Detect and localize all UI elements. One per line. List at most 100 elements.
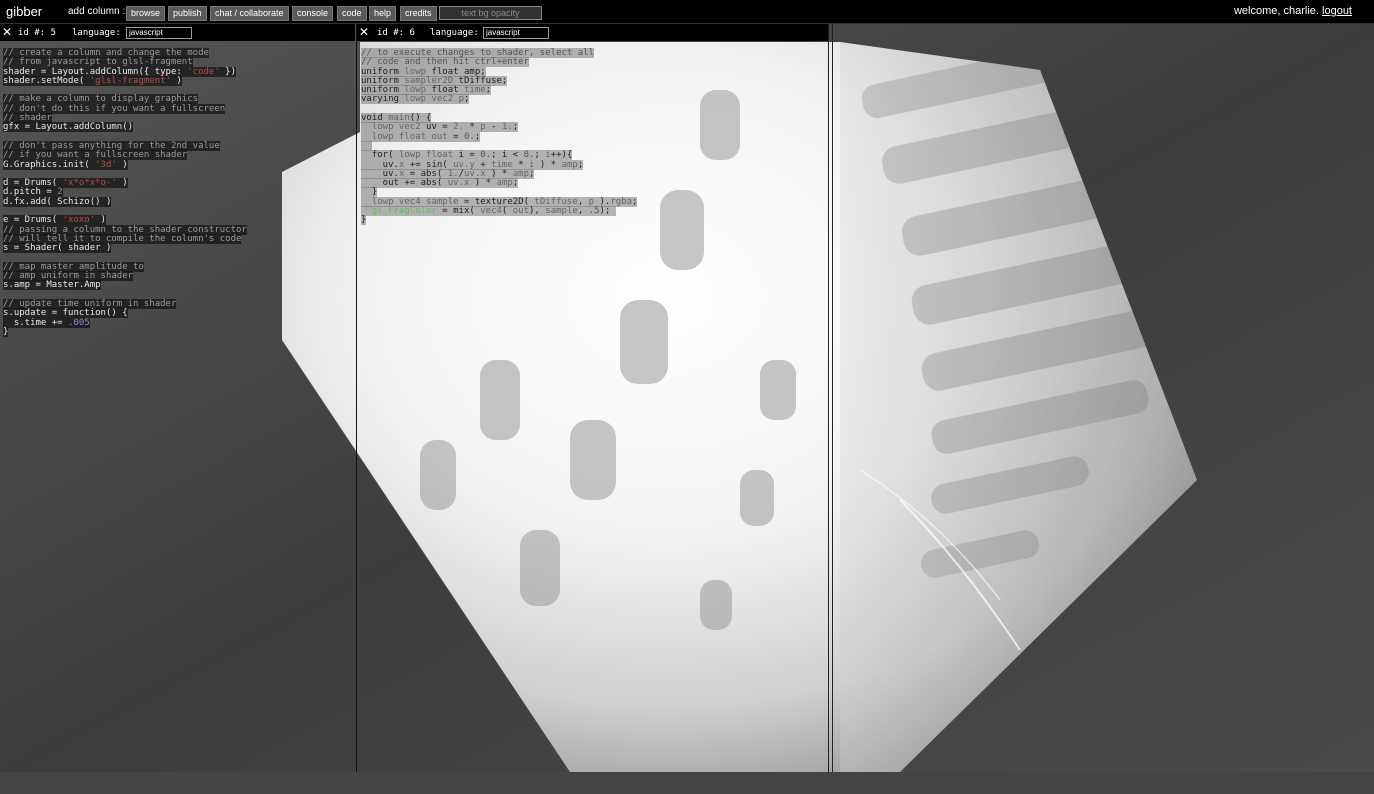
- code-token: ,: [577, 206, 589, 217]
- code-line[interactable]: s.time += .005: [3, 317, 247, 328]
- code-line[interactable]: G.Graphics.init( '3d' ): [3, 159, 247, 170]
- code-token: ;: [577, 159, 584, 170]
- code-token: lowp vec2: [404, 94, 454, 105]
- code-line-text: shader.setMode( 'glsl-fragment' ): [3, 75, 182, 86]
- close-column-icon[interactable]: ✕: [359, 24, 369, 41]
- language-input[interactable]: javascript: [126, 27, 192, 39]
- code-token: '3d': [95, 159, 117, 170]
- code-button[interactable]: code: [337, 6, 367, 21]
- code-token: -: [485, 122, 502, 133]
- code-token: gl_FragColor: [371, 206, 437, 217]
- code-line[interactable]: shader.setMode( 'glsl-fragment' ): [3, 75, 247, 86]
- column-divider: [828, 24, 829, 772]
- publish-button[interactable]: publish: [168, 6, 207, 21]
- column-divider: [356, 24, 357, 772]
- code-line[interactable]: lowp float out = 0.;: [361, 131, 637, 142]
- column-header: ✕ id #: 5 language: javascript: [0, 24, 355, 41]
- code-token: }: [3, 326, 9, 337]
- code-token: ;: [474, 131, 481, 142]
- text-bg-opacity-slider[interactable]: text bg opacity: [439, 6, 542, 20]
- code-token: }): [219, 66, 237, 77]
- code-line-text: varying lowp vec2 p;: [361, 94, 470, 105]
- add-column-label: add column :: [68, 6, 126, 17]
- status-bar: [0, 772, 1374, 794]
- language-label: language:: [430, 28, 479, 38]
- code-line[interactable]: gfx = Layout.addColumn(): [3, 122, 247, 133]
- code-token: ;: [512, 122, 519, 133]
- code-token: ),: [529, 206, 546, 217]
- code-line-text: s = Shader( shader ): [3, 243, 112, 254]
- code-token: = mix(: [436, 206, 481, 217]
- browse-button[interactable]: browse: [126, 6, 166, 21]
- chat-collaborate-button[interactable]: chat / collaborate: [210, 6, 289, 21]
- code-editor[interactable]: // to execute changes to shader, select …: [361, 48, 638, 226]
- code-token: varying: [361, 94, 405, 105]
- code-token: sample: [545, 206, 578, 217]
- code-line[interactable]: }: [361, 215, 637, 226]
- code-line-text: lowp float out = 0.;: [361, 131, 481, 142]
- credits-button[interactable]: credits: [400, 6, 437, 21]
- app-logo[interactable]: gibber: [6, 4, 42, 19]
- code-line[interactable]: varying lowp vec2 p;: [361, 94, 637, 105]
- code-token: 'code': [187, 66, 220, 77]
- welcome-text: welcome, charlie.: [1233, 5, 1319, 17]
- welcome-message: welcome, charlie. logout: [1234, 5, 1352, 17]
- code-token: s.time +=: [3, 317, 69, 328]
- language-input[interactable]: javascript: [483, 27, 549, 39]
- code-line-text: s.amp = Master.Amp: [3, 280, 101, 291]
- code-line-text: d.fx.add( Schizo() ): [3, 196, 112, 207]
- code-token: vec4: [480, 206, 502, 217]
- code-token: amp: [496, 178, 513, 189]
- code-token: ;: [463, 94, 470, 105]
- code-token: amp: [561, 159, 578, 170]
- code-line-text: gfx = Layout.addColumn(): [3, 122, 134, 133]
- code-line[interactable]: s.amp = Master.Amp: [3, 280, 247, 291]
- top-menu-bar: gibber add column : browse publish chat …: [0, 0, 1374, 24]
- code-token: s.amp = Master.Amp: [3, 280, 101, 291]
- code-token: ;: [485, 85, 492, 96]
- code-token: ;: [632, 196, 638, 207]
- console-button[interactable]: console: [292, 6, 334, 21]
- code-line-text: }: [361, 215, 367, 226]
- code-token: 0.: [463, 131, 475, 142]
- code-token: d.fx.add( Schizo() ): [3, 196, 112, 207]
- code-line[interactable]: gl_FragColor = mix( vec4( out), sample, …: [361, 206, 637, 217]
- column-divider: [832, 24, 833, 772]
- code-token: shader.setMode(: [3, 75, 90, 86]
- code-token: =: [447, 131, 464, 142]
- code-token: out: [512, 206, 530, 217]
- close-column-icon[interactable]: ✕: [2, 24, 12, 41]
- help-button[interactable]: help: [369, 6, 397, 21]
- code-editor[interactable]: // create a column and change the mode//…: [3, 48, 247, 337]
- code-line[interactable]: d.fx.add( Schizo() ): [3, 196, 247, 207]
- code-token: gfx = Layout.addColumn(): [3, 122, 134, 133]
- code-line[interactable]: }: [3, 326, 247, 337]
- code-token: ;: [529, 168, 535, 179]
- logout-link[interactable]: logout: [1322, 5, 1352, 17]
- code-line-text: }: [3, 326, 9, 337]
- code-token: );: [599, 206, 616, 217]
- code-token: uv.x: [447, 178, 470, 189]
- code-token: ) *: [469, 178, 497, 189]
- code-token: (: [501, 206, 513, 217]
- code-token: ): [170, 75, 182, 86]
- code-token: 1.: [501, 122, 513, 133]
- code-token: .005: [68, 317, 90, 328]
- column-header: ✕ id #: 6 language: javascript: [357, 24, 828, 41]
- code-token: }: [361, 215, 367, 226]
- code-line[interactable]: out += abs( uv.x ) * amp;: [361, 178, 637, 189]
- column-id-label: id #: 6: [377, 28, 415, 38]
- code-token: ) *: [534, 159, 562, 170]
- code-line[interactable]: s = Shader( shader ): [3, 243, 247, 254]
- code-token: ;: [512, 178, 519, 189]
- code-token: 'glsl-fragment': [89, 75, 171, 86]
- code-token: ): [116, 159, 128, 170]
- code-line-text: G.Graphics.init( '3d' ): [3, 159, 128, 170]
- code-token: 'x*o*x*o-': [62, 178, 117, 189]
- code-token: lowp float: [371, 131, 427, 142]
- language-label: language:: [72, 28, 121, 38]
- code-token: s = Shader( shader ): [3, 243, 112, 254]
- code-token: G.Graphics.init(: [3, 159, 96, 170]
- code-token: .5: [588, 206, 600, 217]
- code-line-text: out += abs( uv.x ) * amp;: [361, 178, 519, 189]
